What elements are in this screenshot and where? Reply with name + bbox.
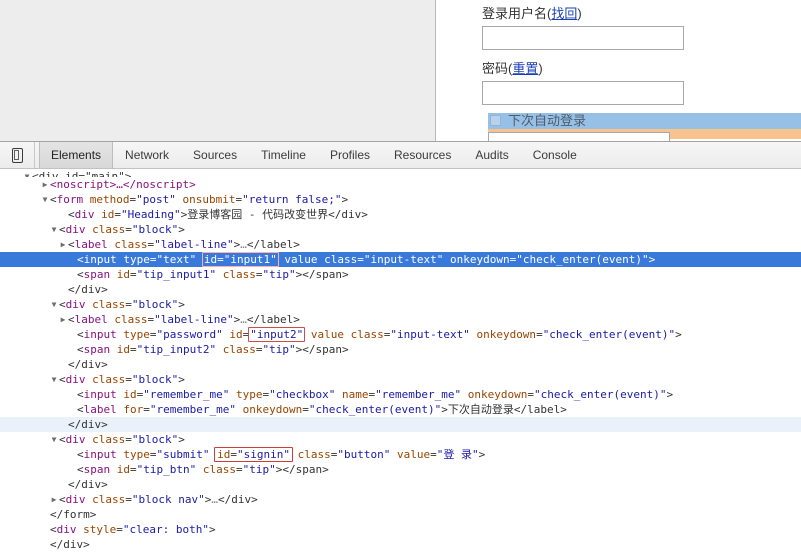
username-label: 登录用户名(找回) xyxy=(482,6,684,22)
tab-profiles[interactable]: Profiles xyxy=(318,142,382,168)
tab-network[interactable]: Network xyxy=(113,142,181,168)
dom-node-tip-input2[interactable]: ▶<span id="tip_input2" class="tip"></spa… xyxy=(0,342,801,357)
dom-node-input2[interactable]: ▶<input type="password" id="input2" valu… xyxy=(0,327,801,342)
devtools-toolbar: Elements Network Sources Timeline Profil… xyxy=(0,142,801,169)
username-input[interactable] xyxy=(482,26,684,50)
username-field-group: 登录用户名(找回) xyxy=(482,6,684,50)
dom-node-block-open[interactable]: ▼ <div class="block"> xyxy=(0,372,801,387)
dom-tree[interactable]: ▼ <div id="main"> ▶ <noscript>…</noscript>… xyxy=(0,169,801,555)
dom-node-label-line[interactable]: ▶ <label class="label-line">…</label> xyxy=(0,312,801,327)
page-left-gutter xyxy=(0,0,436,141)
password-field-group: 密码(重置) xyxy=(482,61,684,105)
dom-node-block-close[interactable]: ▶</div> xyxy=(0,282,801,297)
expand-arrow-icon[interactable]: ▼ xyxy=(22,169,32,177)
dom-node-block-open[interactable]: ▼ <div class="block"> xyxy=(0,222,801,237)
collapse-arrow-icon[interactable]: ▶ xyxy=(58,312,68,327)
id-attribute-annotation-signin: id="signin" xyxy=(214,447,293,462)
dom-node-remember-me-label[interactable]: ▶<label for="remember_me" onkeydown="che… xyxy=(0,402,801,417)
devtools-panel: Elements Network Sources Timeline Profil… xyxy=(0,141,801,555)
expand-arrow-icon[interactable]: ▼ xyxy=(49,372,59,387)
dom-node-form-close[interactable]: ▶</form> xyxy=(0,507,801,522)
device-toggle-icon[interactable] xyxy=(0,142,35,168)
collapse-arrow-icon[interactable]: ▶ xyxy=(40,177,50,192)
tab-elements[interactable]: Elements xyxy=(39,142,114,168)
tab-resources[interactable]: Resources xyxy=(382,142,463,168)
collapse-arrow-icon[interactable]: ▶ xyxy=(49,492,59,507)
dom-node-block-close[interactable]: ▶</div> xyxy=(0,417,801,432)
expand-arrow-icon[interactable]: ▼ xyxy=(40,192,50,207)
collapse-arrow-icon[interactable]: ▶ xyxy=(58,237,68,252)
devtools-tabs: Elements Network Sources Timeline Profil… xyxy=(35,142,589,168)
dom-node-tip-input1[interactable]: ▶<span id="tip_input1" class="tip"></spa… xyxy=(0,267,801,282)
dom-node-clear-div[interactable]: ▶<div style="clear: both"> xyxy=(0,522,801,537)
dom-node-block-close[interactable]: ▶</div> xyxy=(0,477,801,492)
remember-me-label[interactable]: 下次自动登录 xyxy=(508,113,586,129)
tab-console[interactable]: Console xyxy=(521,142,589,168)
tab-sources[interactable]: Sources xyxy=(181,142,249,168)
dom-node-label-line[interactable]: ▶ <label class="label-line">…</label> xyxy=(0,237,801,252)
retrieve-username-link[interactable]: 找回 xyxy=(551,6,577,21)
id-attribute-annotation-input1: id="input1" xyxy=(201,252,279,267)
remember-me-checkbox[interactable] xyxy=(490,115,501,126)
dom-node-block-open[interactable]: ▼ <div class="block"> xyxy=(0,432,801,447)
expand-arrow-icon[interactable]: ▼ xyxy=(49,297,59,312)
dom-node-noscript[interactable]: ▶ <noscript>…</noscript> xyxy=(0,177,801,192)
expand-arrow-icon[interactable]: ▼ xyxy=(49,222,59,237)
dom-node-main-div[interactable]: ▼ <div id="main"> xyxy=(0,169,801,177)
signin-button-partial[interactable] xyxy=(488,132,670,141)
reset-password-link[interactable]: 重置 xyxy=(512,61,538,76)
password-label-prefix: 密码( xyxy=(482,61,513,76)
dom-node-input1-selected[interactable]: ▶<input type="text" id="input1" value cl… xyxy=(0,252,801,267)
dom-node-block-open[interactable]: ▼ <div class="block"> xyxy=(0,297,801,312)
password-label: 密码(重置) xyxy=(482,61,684,77)
id-attribute-annotation-input2: "input2" xyxy=(248,327,306,342)
dom-node-block-close[interactable]: ▶</div> xyxy=(0,357,801,372)
dom-node-heading[interactable]: ▶<div id="Heading">登录博客园 - 代码改变世界</div> xyxy=(0,207,801,222)
dom-node-tip-btn[interactable]: ▶<span id="tip_btn" class="tip"></span> xyxy=(0,462,801,477)
dom-node-form[interactable]: ▼ <form method="post" onsubmit="return fa… xyxy=(0,192,801,207)
username-label-suffix: ) xyxy=(577,6,582,21)
dom-node-block-nav[interactable]: ▶ <div class="block nav">…</div> xyxy=(0,492,801,507)
expand-arrow-icon[interactable]: ▼ xyxy=(49,432,59,447)
browser-page-viewport: 登录用户名(找回) 密码(重置) 下次自动登录 xyxy=(0,0,801,141)
username-label-prefix: 登录用户名( xyxy=(482,6,552,21)
login-form-area: 登录用户名(找回) 密码(重置) 下次自动登录 xyxy=(443,0,801,141)
inspected-element-highlight: 下次自动登录 xyxy=(488,113,801,129)
tab-audits[interactable]: Audits xyxy=(463,142,520,168)
dom-node-clear-div-close[interactable]: ▶</div> xyxy=(0,537,801,552)
tab-timeline[interactable]: Timeline xyxy=(249,142,318,168)
dom-node-remember-me-input[interactable]: ▶<input id="remember_me" type="checkbox"… xyxy=(0,387,801,402)
password-label-suffix: ) xyxy=(538,61,543,76)
password-input[interactable] xyxy=(482,81,684,105)
dom-node-signin-input[interactable]: ▶<input type="submit" id="signin" class=… xyxy=(0,447,801,462)
